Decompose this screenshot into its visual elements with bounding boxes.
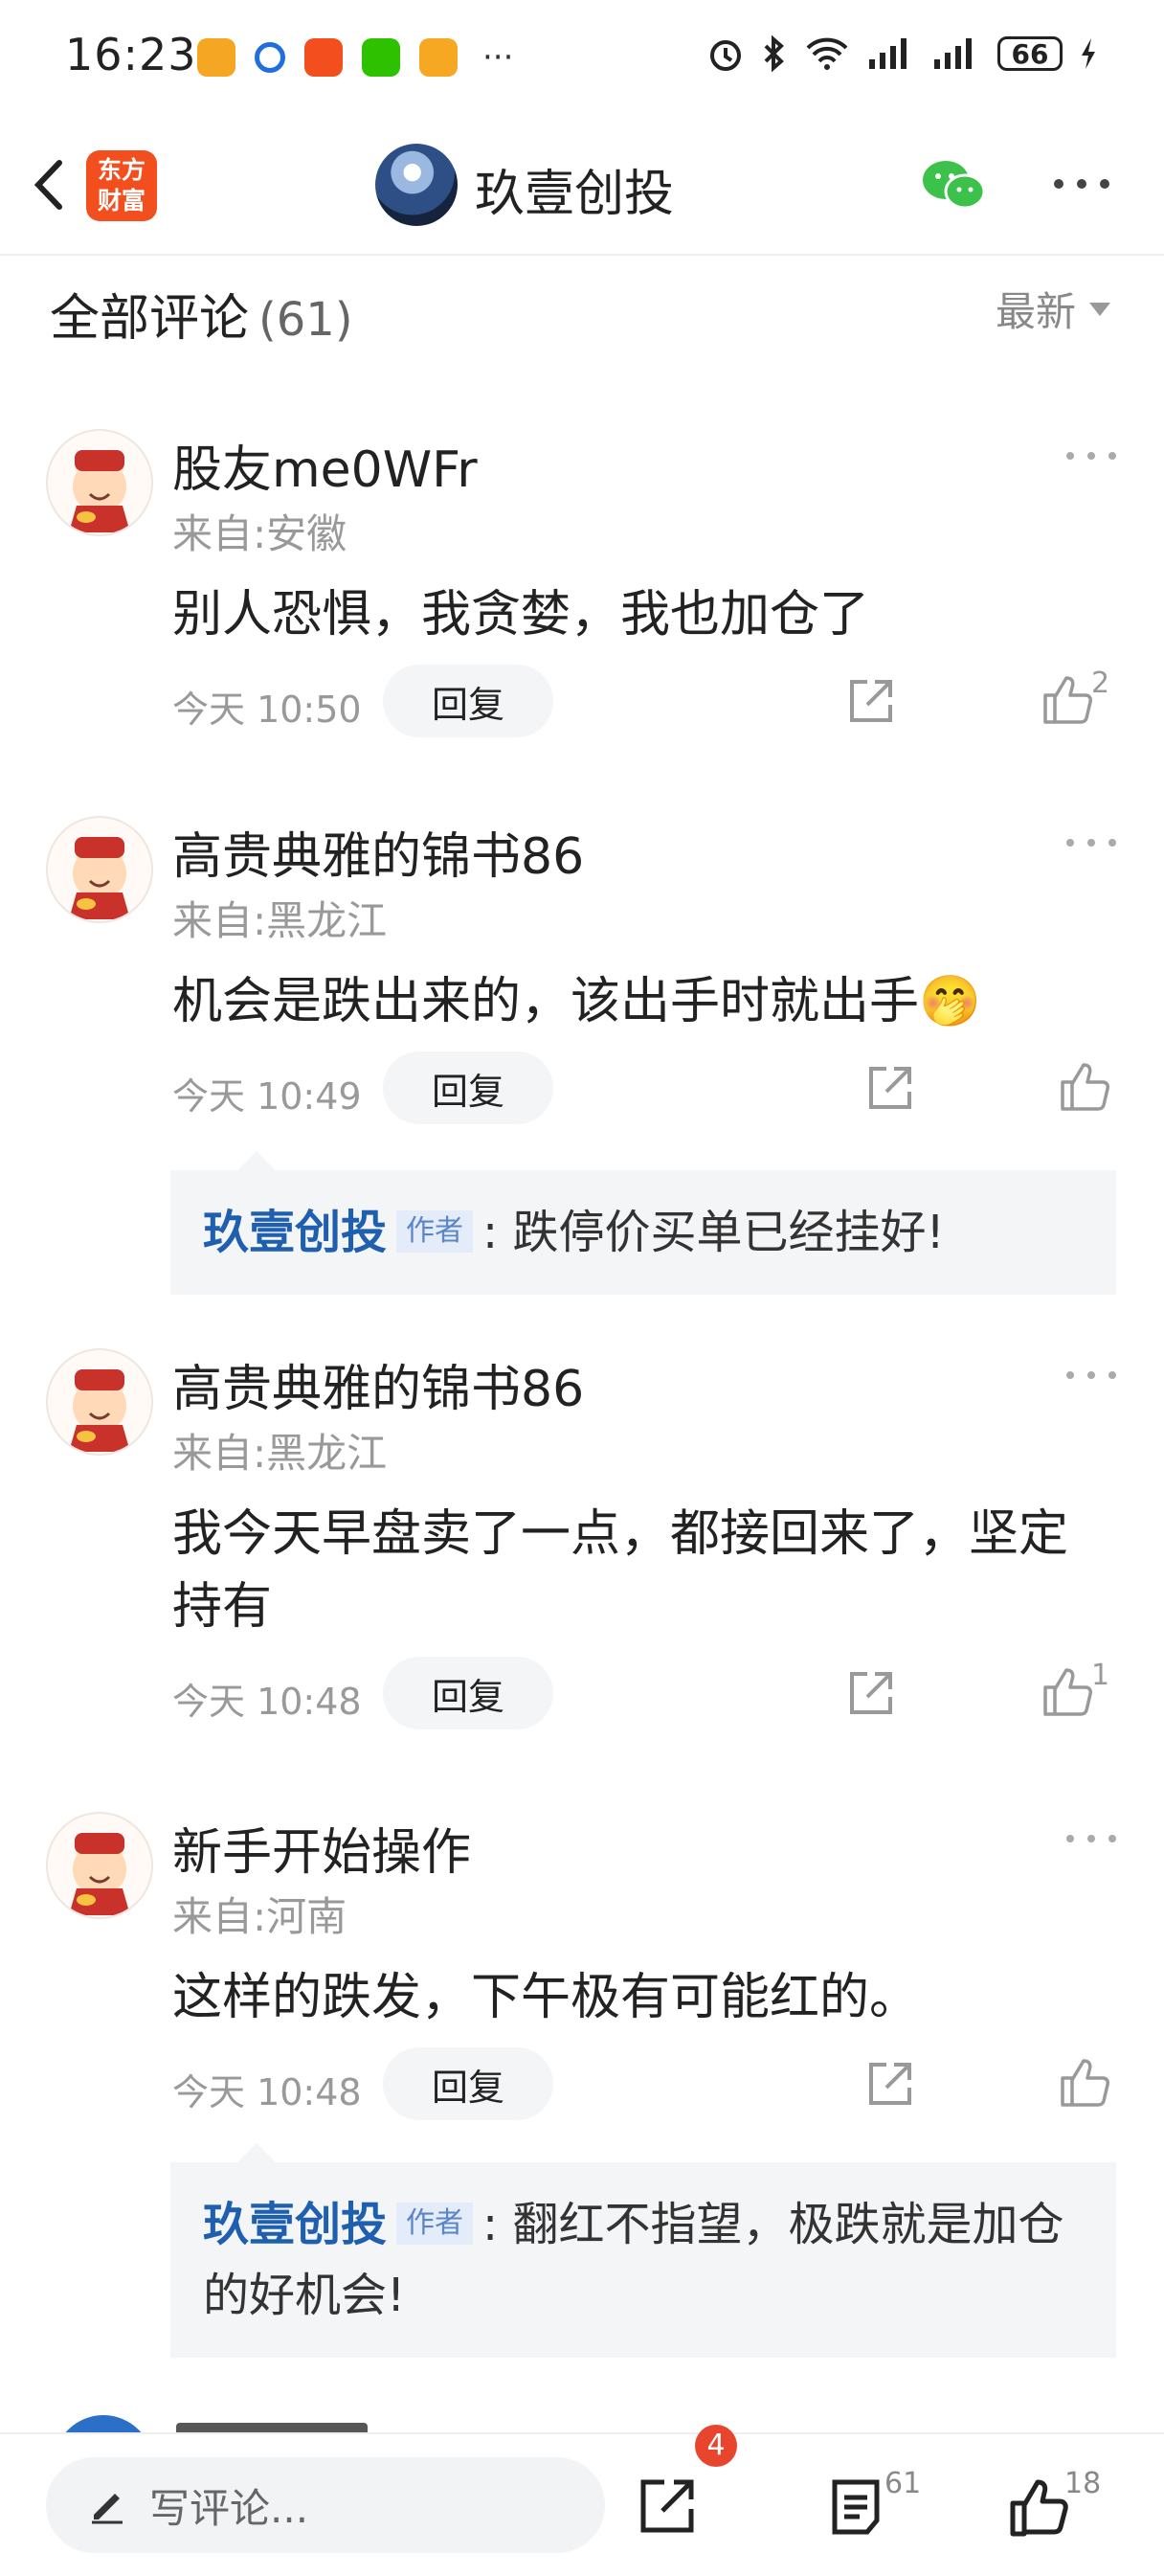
user-avatar[interactable]: [46, 1348, 153, 1456]
thumbs-up-icon[interactable]: [1009, 2476, 1070, 2538]
bluetooth-icon: [764, 34, 784, 73]
pencil-icon: [92, 2494, 123, 2524]
comment-time: 今天 10:48: [172, 2071, 362, 2113]
status-time: 16:23: [65, 29, 197, 80]
reply-button[interactable]: 回复: [383, 665, 553, 737]
more-options-icon[interactable]: [1064, 1833, 1118, 1844]
comment-location: 来自:黑龙江: [172, 897, 388, 944]
wifi-icon: [806, 37, 848, 70]
author-badge: 作者: [396, 1210, 474, 1253]
reply-button[interactable]: 回复: [383, 2047, 553, 2120]
like-count: 2: [1091, 667, 1110, 700]
like-count: 1: [1091, 1659, 1110, 1692]
thumbs-up-icon[interactable]: [1041, 672, 1095, 726]
notification-icons: ···: [197, 38, 513, 77]
comment-list-icon[interactable]: [825, 2476, 886, 2538]
top-nav-bar: 东方 财富 玖壹创投: [0, 115, 1164, 256]
back-arrow-icon[interactable]: [23, 151, 80, 218]
comment-username[interactable]: 高贵典雅的锦书86: [172, 816, 584, 888]
comment-count: 61: [884, 2467, 922, 2500]
app-logo[interactable]: 东方 财富: [86, 150, 157, 221]
comment-text: 机会是跌出来的，该出手时就出手🤭: [172, 973, 981, 1030]
more-options-icon[interactable]: [1064, 837, 1118, 848]
author-avatar[interactable]: [375, 144, 458, 226]
wechat-notification-icon: [362, 38, 400, 77]
author-name[interactable]: 玖壹创投: [203, 2198, 387, 2251]
signal-icon: [934, 38, 972, 69]
comment-username[interactable]: 新手开始操作: [172, 1812, 471, 1884]
comment-time: 今天 10:48: [172, 1681, 362, 1723]
write-comment-input[interactable]: 写评论...: [46, 2457, 605, 2553]
caret-down-icon: [1089, 302, 1110, 316]
more-options-icon[interactable]: [1064, 450, 1118, 462]
user-avatar[interactable]: [46, 1812, 153, 1919]
charging-icon: [1082, 38, 1095, 69]
alarm-icon: [710, 40, 741, 71]
thumbs-up-icon[interactable]: [1041, 1664, 1095, 1718]
reply-button[interactable]: 回复: [383, 1051, 553, 1124]
app-notification-icon: [304, 38, 343, 77]
user-avatar[interactable]: [46, 816, 153, 923]
page-title[interactable]: 玖壹创投: [475, 153, 674, 225]
comment-username[interactable]: 高贵典雅的锦书86: [172, 1348, 584, 1420]
comment-text: 这样的跌发，下午极有可能红的。: [172, 1969, 920, 2026]
share-icon[interactable]: [846, 1668, 896, 1718]
share-icon[interactable]: [638, 2474, 699, 2536]
more-options-icon[interactable]: [1064, 1369, 1118, 1381]
system-indicators: 66: [706, 34, 1097, 73]
comment-time: 今天 10:50: [172, 689, 362, 731]
battery-indicator: 66: [997, 36, 1063, 71]
app-notification-icon: [255, 42, 285, 73]
author-reply: 玖壹创投 作者: 跌停价买单已经挂好!: [170, 1151, 1116, 1295]
author-badge: 作者: [396, 2203, 474, 2245]
share-badge: 4: [695, 2425, 737, 2467]
thumbs-up-icon[interactable]: [1059, 2055, 1112, 2109]
app-notification-icon: [419, 38, 458, 77]
comment-text: 别人恐惧，我贪婪，我也加仓了: [172, 586, 870, 644]
share-icon[interactable]: [865, 1063, 915, 1113]
status-bar: 16:23 ··· 66: [0, 0, 1164, 115]
share-icon[interactable]: [865, 2059, 915, 2109]
reply-button[interactable]: 回复: [383, 1657, 553, 1729]
share-icon[interactable]: [846, 676, 896, 726]
author-name[interactable]: 玖壹创投: [203, 1206, 387, 1259]
comments-count: (61): [258, 293, 353, 347]
app-notification-icon: [197, 38, 235, 77]
comment-location: 来自:安徽: [172, 510, 347, 557]
user-avatar[interactable]: [46, 429, 153, 536]
sort-dropdown[interactable]: 最新: [996, 280, 1110, 338]
comment-location: 来自:黑龙江: [172, 1430, 388, 1477]
comment-text: 我今天早盘卖了一点，都接回来了，坚定持有: [172, 1505, 1069, 1636]
comments-section-title: 全部评论 (61): [50, 290, 353, 348]
comment-time: 今天 10:49: [172, 1075, 362, 1118]
signal-icon: [869, 38, 907, 69]
thumbs-up-icon[interactable]: [1059, 1059, 1112, 1113]
more-options-icon[interactable]: [1053, 178, 1110, 190]
bottom-action-bar: 写评论... 4 61 18: [0, 2425, 1164, 2576]
wechat-share-icon[interactable]: [919, 157, 988, 215]
comment-location: 来自:河南: [172, 1893, 347, 1940]
author-reply-text: : 跌停价买单已经挂好!: [482, 1206, 945, 1259]
author-reply: 玖壹创投 作者: 翻红不指望，极跌就是加仓的好机会!: [170, 2143, 1116, 2358]
like-count: 18: [1064, 2467, 1102, 2500]
more-notifications-icon: ···: [482, 38, 514, 77]
comment-username[interactable]: 股友me0WFr: [172, 429, 478, 501]
